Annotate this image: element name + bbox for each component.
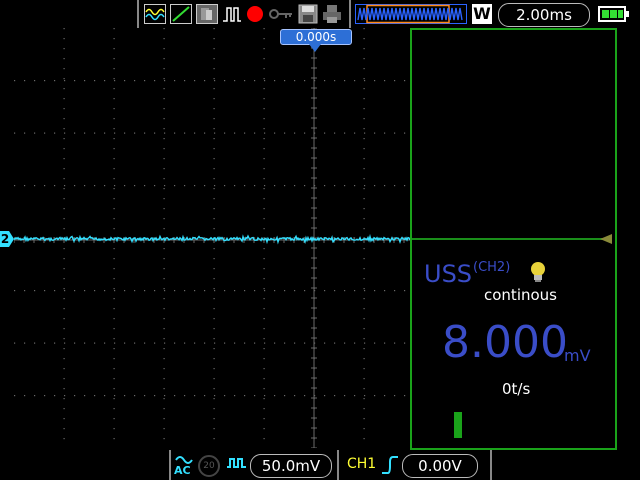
trigger-time-pointer (309, 44, 321, 52)
trigger-rising-edge-icon[interactable] (380, 454, 400, 476)
bandwidth-limit-icon[interactable]: 20 (198, 455, 220, 477)
bottom-separator-left (169, 450, 171, 480)
measurement-channel: (CH2) (473, 260, 511, 275)
save-icon[interactable] (298, 4, 318, 24)
lightbulb-icon[interactable] (528, 260, 548, 284)
slope-icon[interactable] (170, 4, 192, 24)
volts-per-div-readout[interactable]: 50.0mV (250, 454, 332, 478)
key-icon[interactable] (268, 4, 294, 24)
invert-icon[interactable] (226, 455, 248, 475)
trigger-time-marker[interactable]: 0.000s (280, 29, 352, 45)
record-icon[interactable] (245, 4, 265, 24)
top-status-bar: W 2.00ms (0, 0, 640, 28)
panel-trace (412, 234, 612, 244)
pulse-icon[interactable] (222, 4, 242, 24)
measurement-unit: mV (564, 346, 591, 365)
bottom-separator-right (490, 450, 492, 480)
activity-indicator (454, 412, 462, 438)
persistence-icon[interactable] (196, 4, 218, 24)
top-separator-2 (349, 0, 351, 28)
coupling-label: AC (174, 464, 191, 477)
battery-icon (598, 6, 629, 22)
trigger-source[interactable]: CH1 (347, 456, 376, 472)
trigger-level-readout[interactable]: 0.00V (402, 454, 478, 478)
measurement-value: 8.000 (442, 317, 568, 368)
bottom-status-bar: AC 20 50.0mV CH1 0.00V (0, 450, 640, 480)
measurement-panel: USS (CH2) continous 8.000 mV 0t/s (410, 28, 617, 450)
channel-2-marker-label: 2 (0, 232, 10, 246)
measurement-name: USS (424, 260, 473, 288)
timebase-mode-indicator[interactable]: W (472, 4, 492, 24)
top-separator (137, 0, 139, 28)
print-icon[interactable] (322, 4, 342, 24)
waveform-window-icon[interactable] (355, 4, 467, 24)
measurement-rate: 0t/s (502, 380, 531, 398)
bottom-separator-mid (337, 450, 339, 480)
measurement-mode: continous (484, 286, 557, 304)
wave-mode-icon[interactable] (144, 4, 166, 24)
timebase-readout[interactable]: 2.00ms (498, 3, 590, 27)
